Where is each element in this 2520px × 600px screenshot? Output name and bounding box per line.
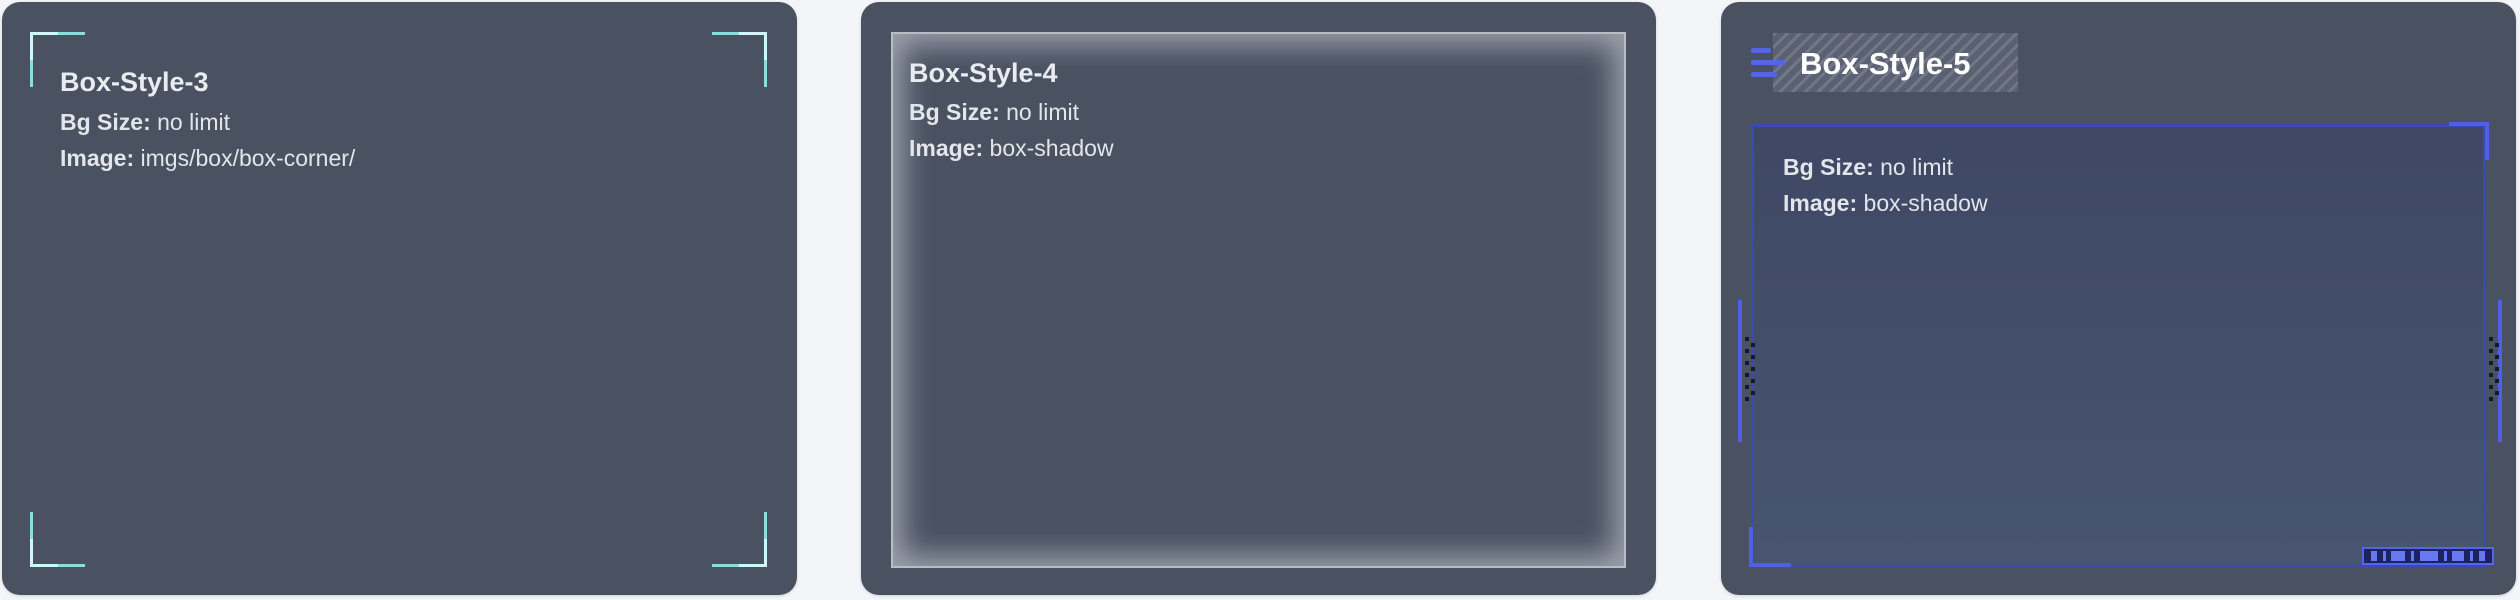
bg-size-value: no limit xyxy=(157,109,230,135)
box-style-5-card: Box-Style-5 Bg Size: no limit Image: box… xyxy=(1721,2,2516,595)
corner-bottom-left-icon xyxy=(30,512,85,567)
bg-size-line: Bg Size: no limit xyxy=(1783,154,1953,181)
corner-top-right-icon xyxy=(712,32,767,87)
image-label: Image: xyxy=(60,145,135,171)
dots-left-icon-2 xyxy=(1751,343,1755,403)
menu-icon xyxy=(1751,48,1785,78)
frame-accent-bottom-left-v xyxy=(1749,527,1753,567)
dots-right-icon-2 xyxy=(2495,343,2499,403)
bg-size-label: Bg Size: xyxy=(60,109,151,135)
bg-size-label: Bg Size: xyxy=(1783,154,1874,180)
barcode-decoration-icon xyxy=(2362,547,2494,565)
corner-bottom-right-icon xyxy=(712,512,767,567)
side-accent-left xyxy=(1738,300,1742,442)
bg-size-value: no limit xyxy=(1006,99,1079,125)
image-value: box-shadow xyxy=(1863,190,1988,216)
frame-accent-bottom-left xyxy=(1749,563,1791,567)
bg-size-label: Bg Size: xyxy=(909,99,1000,125)
dots-left-icon xyxy=(1745,337,1749,409)
frame-accent-top-right-v xyxy=(2485,122,2489,160)
bg-size-value: no limit xyxy=(1880,154,1953,180)
box-style-4-card: Box-Style-4 Bg Size: no limit Image: box… xyxy=(861,2,1656,595)
card-title: Box-Style-5 xyxy=(1800,46,1971,81)
image-line: Image: box-shadow xyxy=(909,135,1114,162)
bg-size-line: Bg Size: no limit xyxy=(60,109,230,136)
image-line: Image: box-shadow xyxy=(1783,190,1988,217)
box-style-3-card: Box-Style-3 Bg Size: no limit Image: img… xyxy=(2,2,797,595)
image-value: box-shadow xyxy=(989,135,1114,161)
image-label: Image: xyxy=(909,135,984,161)
card-title: Box-Style-3 xyxy=(60,67,209,97)
image-label: Image: xyxy=(1783,190,1858,216)
bg-size-line: Bg Size: no limit xyxy=(909,99,1079,126)
frame-accent-top-right xyxy=(2449,122,2489,126)
image-line: Image: imgs/box/box-corner/ xyxy=(60,145,355,172)
card-title: Box-Style-4 xyxy=(909,58,1058,88)
image-value: imgs/box/box-corner/ xyxy=(140,145,356,171)
dots-right-icon xyxy=(2489,337,2493,409)
